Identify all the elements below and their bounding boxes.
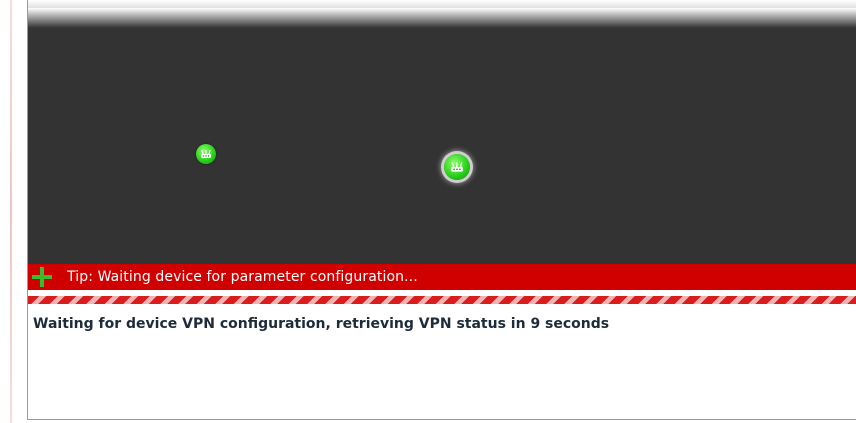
- progress-stripe: [28, 296, 856, 304]
- vpn-device-node-1[interactable]: [196, 144, 216, 164]
- vpn-device-node-2[interactable]: [444, 154, 470, 180]
- tip-bar: Tip: Waiting device for parameter config…: [28, 264, 856, 290]
- left-divider: [10, 0, 12, 423]
- plus-icon[interactable]: [31, 266, 53, 288]
- router-icon: [451, 162, 463, 172]
- router-icon: [201, 149, 211, 158]
- page: Tip: Waiting device for parameter config…: [0, 0, 856, 423]
- vpn-topology-map[interactable]: [28, 8, 856, 264]
- vpn-monitor-window: Tip: Waiting device for parameter config…: [27, 0, 856, 420]
- map-top-shadow: [28, 8, 856, 28]
- tip-text: Tip: Waiting device for parameter config…: [67, 269, 418, 285]
- status-message: Waiting for device VPN configuration, re…: [33, 316, 610, 332]
